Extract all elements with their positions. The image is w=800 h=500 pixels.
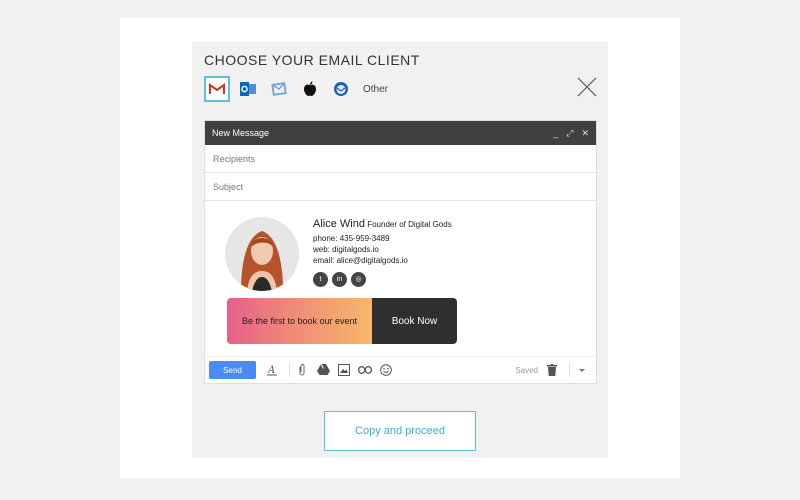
link-icon[interactable] — [357, 362, 373, 378]
copy-and-proceed-button[interactable]: Copy and proceed — [324, 411, 476, 451]
minimize-icon[interactable]: _ — [553, 128, 558, 138]
email-signature: Alice Wind Founder of Digital Gods phone… — [205, 201, 596, 357]
trash-icon[interactable] — [544, 362, 560, 378]
other-client-option[interactable]: Other — [363, 84, 388, 95]
apple-mail-icon — [271, 82, 287, 96]
toolbar-divider — [289, 363, 290, 377]
photo-icon[interactable] — [336, 362, 352, 378]
social-links: t in ◎ — [313, 272, 452, 287]
saved-status: Saved — [515, 365, 538, 375]
phone-value: 435-959-3489 — [339, 234, 390, 243]
expand-icon[interactable]: ⤢ — [566, 128, 573, 139]
instagram-icon[interactable]: ◎ — [351, 272, 366, 287]
svg-text:A: A — [267, 365, 275, 376]
email-composer: New Message _ ⤢ ✕ Recipients Subject Ali… — [204, 120, 597, 384]
gmail-icon — [209, 83, 225, 95]
subject-row — [205, 173, 596, 201]
apple-option[interactable] — [297, 76, 323, 102]
composer-header: New Message _ ⤢ ✕ — [205, 121, 596, 145]
web-link[interactable]: digitalgods.io — [332, 245, 379, 254]
linkedin-icon[interactable]: in — [332, 272, 347, 287]
emoji-icon[interactable] — [378, 362, 394, 378]
avatar — [225, 217, 299, 291]
email-link[interactable]: alice@digitalgods.io — [337, 256, 408, 265]
recipients-row — [205, 145, 596, 173]
client-selector: Other — [204, 76, 388, 102]
email-label: email: — [313, 256, 335, 265]
toolbar-divider-right — [569, 363, 570, 377]
drive-icon[interactable] — [315, 362, 331, 378]
subject-input[interactable] — [211, 180, 596, 193]
close-icon[interactable] — [576, 76, 598, 98]
outlook-icon — [240, 82, 256, 96]
email-client-modal: CHOOSE YOUR EMAIL CLIENT Other New Messa… — [192, 42, 608, 458]
event-banner[interactable]: Be the first to book our event Book Now — [227, 298, 457, 344]
apple-icon — [304, 81, 316, 96]
phone-label: phone: — [313, 234, 338, 243]
signature-details: Alice Wind Founder of Digital Gods phone… — [313, 219, 452, 287]
send-button[interactable]: Send — [209, 361, 256, 379]
more-options-icon[interactable] — [574, 362, 590, 378]
banner-text: Be the first to book our event — [227, 298, 372, 344]
attachment-icon[interactable] — [294, 362, 310, 378]
twitter-icon[interactable]: t — [313, 272, 328, 287]
close-composer-icon[interactable]: ✕ — [581, 128, 589, 139]
thunderbird-icon — [334, 82, 348, 96]
web-label: web: — [313, 245, 330, 254]
signature-name: Alice Wind — [313, 218, 365, 230]
apple-mail-option[interactable] — [266, 76, 292, 102]
signature-role: Founder of Digital Gods — [367, 220, 452, 229]
formatting-icon[interactable]: A — [264, 362, 280, 378]
modal-title: CHOOSE YOUR EMAIL CLIENT — [204, 52, 420, 68]
gmail-option[interactable] — [204, 76, 230, 102]
thunderbird-option[interactable] — [328, 76, 354, 102]
composer-title: New Message — [212, 128, 270, 138]
composer-toolbar: Send A Saved — [205, 356, 596, 383]
recipients-input[interactable] — [211, 152, 596, 165]
book-now-button[interactable]: Book Now — [372, 298, 457, 344]
outlook-option[interactable] — [235, 76, 261, 102]
